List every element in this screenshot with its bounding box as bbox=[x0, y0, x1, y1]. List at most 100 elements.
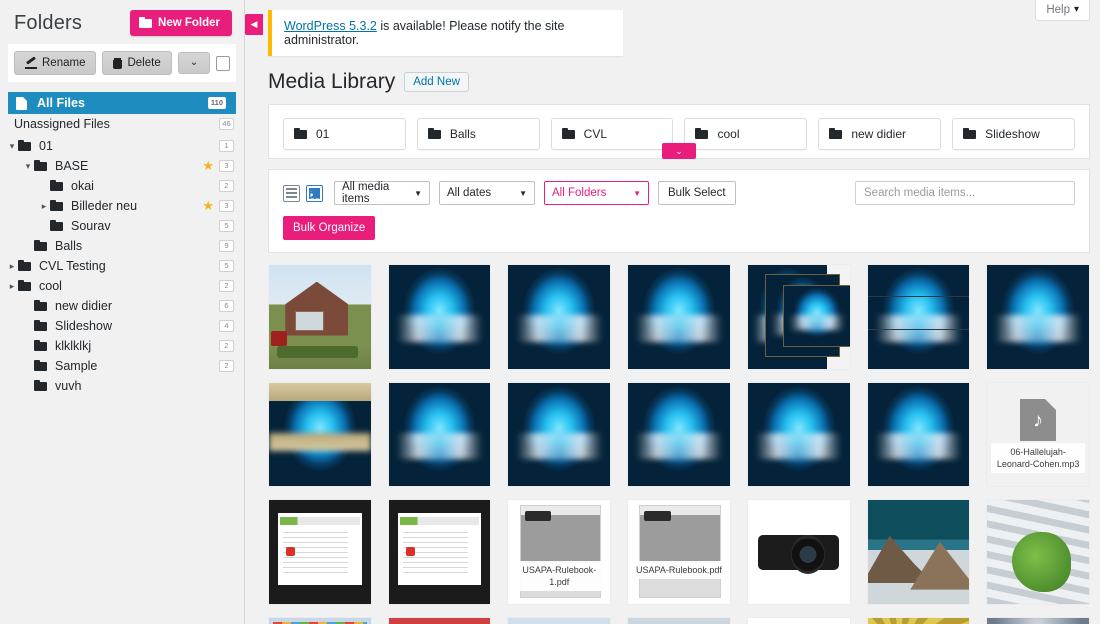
folder-icon bbox=[34, 300, 49, 311]
folder-chip[interactable]: Balls bbox=[416, 118, 540, 150]
new-folder-label: New Folder bbox=[158, 17, 220, 29]
sidebar-item-folder[interactable]: 01 1 bbox=[0, 136, 244, 156]
sidebar-item-folder[interactable]: Sample 2 bbox=[0, 356, 244, 376]
list-view-icon[interactable] bbox=[283, 184, 300, 202]
media-grid-item[interactable] bbox=[268, 617, 372, 624]
more-actions-button[interactable]: ⌄ bbox=[177, 52, 211, 74]
media-grid-item[interactable] bbox=[986, 499, 1090, 606]
media-grid-item[interactable] bbox=[387, 617, 492, 624]
media-grid-item[interactable] bbox=[866, 499, 971, 606]
media-thumbnail bbox=[987, 618, 1089, 624]
delete-button[interactable]: Delete bbox=[102, 51, 172, 75]
folder-chip[interactable]: new didier bbox=[818, 118, 942, 150]
media-grid-item[interactable]: USAPA-Rulebook-1.pdf bbox=[507, 499, 612, 606]
folder-chip[interactable]: 01 bbox=[283, 118, 406, 150]
media-grid-item[interactable] bbox=[866, 264, 971, 370]
chevron-down-icon: ▼ bbox=[414, 188, 422, 198]
media-thumbnail bbox=[628, 382, 730, 487]
chevron-down-icon: ▼ bbox=[519, 188, 527, 198]
rename-button[interactable]: Rename bbox=[14, 51, 97, 75]
sidebar-item-folder[interactable]: Sourav 5 bbox=[0, 216, 244, 236]
sidebar-item-folder[interactable]: Balls 9 bbox=[0, 236, 244, 256]
folder-filter-select[interactable]: All Folders ▼ bbox=[544, 181, 649, 205]
sidebar-item-folder[interactable]: Billeder neu ★ 3 bbox=[0, 196, 244, 216]
folder-chip-label: new didier bbox=[851, 127, 907, 141]
media-grid-item[interactable] bbox=[986, 617, 1090, 624]
sidebar-item-folder[interactable]: cool 2 bbox=[0, 276, 244, 296]
star-icon[interactable]: ★ bbox=[202, 158, 214, 174]
sidebar-item-folder[interactable]: okai 2 bbox=[0, 176, 244, 196]
media-grid-item[interactable] bbox=[746, 617, 851, 624]
folder-count-badge: 5 bbox=[219, 259, 234, 273]
media-grid-item[interactable] bbox=[507, 264, 612, 370]
sidebar-item-folder[interactable]: klklklkj 2 bbox=[0, 336, 244, 356]
media-grid-item[interactable] bbox=[387, 264, 492, 370]
media-grid-item[interactable]: USAPA-Rulebook.pdf bbox=[627, 499, 731, 606]
bulk-select-button[interactable]: Bulk Select bbox=[658, 181, 736, 205]
chevron-down-icon[interactable] bbox=[22, 161, 34, 172]
sidebar-item-folder[interactable]: CVL Testing 5 bbox=[0, 256, 244, 276]
update-notice: WordPress 5.3.2 is available! Please not… bbox=[268, 10, 623, 56]
folder-icon bbox=[34, 360, 49, 371]
sidebar-item-folder[interactable]: Slideshow 4 bbox=[0, 316, 244, 336]
sidebar-item-all-files[interactable]: All Files 110 bbox=[8, 92, 236, 114]
sidebar-item-unassigned-files[interactable]: Unassigned Files 46 bbox=[0, 114, 244, 134]
sidebar-item-folder[interactable]: new didier 6 bbox=[0, 296, 244, 316]
media-library-page: Folders New Folder Rename Delete ⌄ All F… bbox=[0, 0, 1100, 624]
media-grid-item[interactable] bbox=[268, 499, 372, 606]
media-thumbnail bbox=[747, 500, 850, 605]
media-grid-item[interactable] bbox=[746, 264, 851, 370]
wordpress-version-link[interactable]: WordPress 5.3.2 bbox=[284, 19, 377, 33]
grid-view-icon[interactable] bbox=[306, 184, 323, 202]
media-grid-item[interactable] bbox=[986, 264, 1090, 370]
media-grid-item[interactable]: 06-Hallelujah-Leonard-Cohen.mp3 bbox=[986, 381, 1090, 488]
folder-icon bbox=[963, 128, 977, 139]
media-grid-item[interactable] bbox=[507, 617, 612, 624]
add-new-button[interactable]: Add New bbox=[404, 72, 469, 92]
help-button[interactable]: Help ▾ bbox=[1035, 0, 1090, 21]
search-input[interactable] bbox=[855, 181, 1075, 205]
folder-chip[interactable]: Slideshow bbox=[952, 118, 1075, 150]
media-grid-item[interactable] bbox=[866, 381, 971, 488]
folder-icon bbox=[561, 128, 575, 139]
chevron-right-icon[interactable] bbox=[6, 281, 18, 292]
chevron-right-icon[interactable] bbox=[6, 261, 18, 272]
media-grid-item[interactable] bbox=[268, 264, 372, 370]
media-grid-item[interactable] bbox=[507, 381, 612, 488]
media-grid-item[interactable] bbox=[387, 381, 492, 488]
media-grid-item[interactable] bbox=[627, 617, 731, 624]
sidebar-item-folder[interactable]: vuvh bbox=[0, 376, 244, 396]
folder-icon bbox=[427, 128, 441, 139]
media-grid-item[interactable] bbox=[627, 264, 731, 370]
folder-chip[interactable]: cool bbox=[684, 118, 808, 150]
media-grid-item[interactable] bbox=[746, 499, 851, 606]
media-grid-item[interactable] bbox=[627, 381, 731, 488]
media-grid-item[interactable] bbox=[866, 617, 971, 624]
folder-actions-bar: Rename Delete ⌄ bbox=[8, 44, 236, 82]
folder-icon bbox=[695, 128, 709, 139]
file-icon bbox=[16, 96, 31, 110]
folder-name: vuvh bbox=[55, 379, 82, 393]
folder-chip[interactable]: CVL bbox=[550, 118, 674, 150]
media-grid-item[interactable] bbox=[387, 499, 492, 606]
chevron-down-icon[interactable] bbox=[6, 141, 18, 152]
media-grid-item[interactable] bbox=[268, 381, 372, 488]
media-grid-item[interactable] bbox=[746, 381, 851, 488]
media-thumbnail bbox=[987, 500, 1089, 605]
folder-tree: All Files 110 Unassigned Files 46 011BAS… bbox=[0, 82, 244, 396]
folder-count-badge: 2 bbox=[219, 279, 234, 293]
media-type-filter-select[interactable]: All media items ▼ bbox=[334, 181, 430, 205]
sidebar-item-folder[interactable]: BASE ★ 3 bbox=[0, 156, 244, 176]
folder-count-badge: 2 bbox=[219, 179, 234, 193]
date-filter-select[interactable]: All dates ▼ bbox=[439, 181, 535, 205]
new-folder-button[interactable]: New Folder bbox=[130, 10, 232, 36]
expand-folder-chips-button[interactable]: ⌄ bbox=[662, 143, 696, 159]
folder-count-badge: 1 bbox=[219, 139, 234, 153]
select-all-folders-checkbox[interactable] bbox=[216, 55, 230, 71]
star-icon[interactable]: ★ bbox=[202, 198, 214, 214]
chevron-right-icon[interactable] bbox=[38, 201, 50, 212]
media-thumbnail bbox=[867, 618, 970, 624]
collapse-sidebar-toggle[interactable]: ◀ bbox=[245, 14, 263, 35]
folder-name: cool bbox=[39, 279, 62, 293]
bulk-organize-button[interactable]: Bulk Organize bbox=[283, 216, 376, 240]
